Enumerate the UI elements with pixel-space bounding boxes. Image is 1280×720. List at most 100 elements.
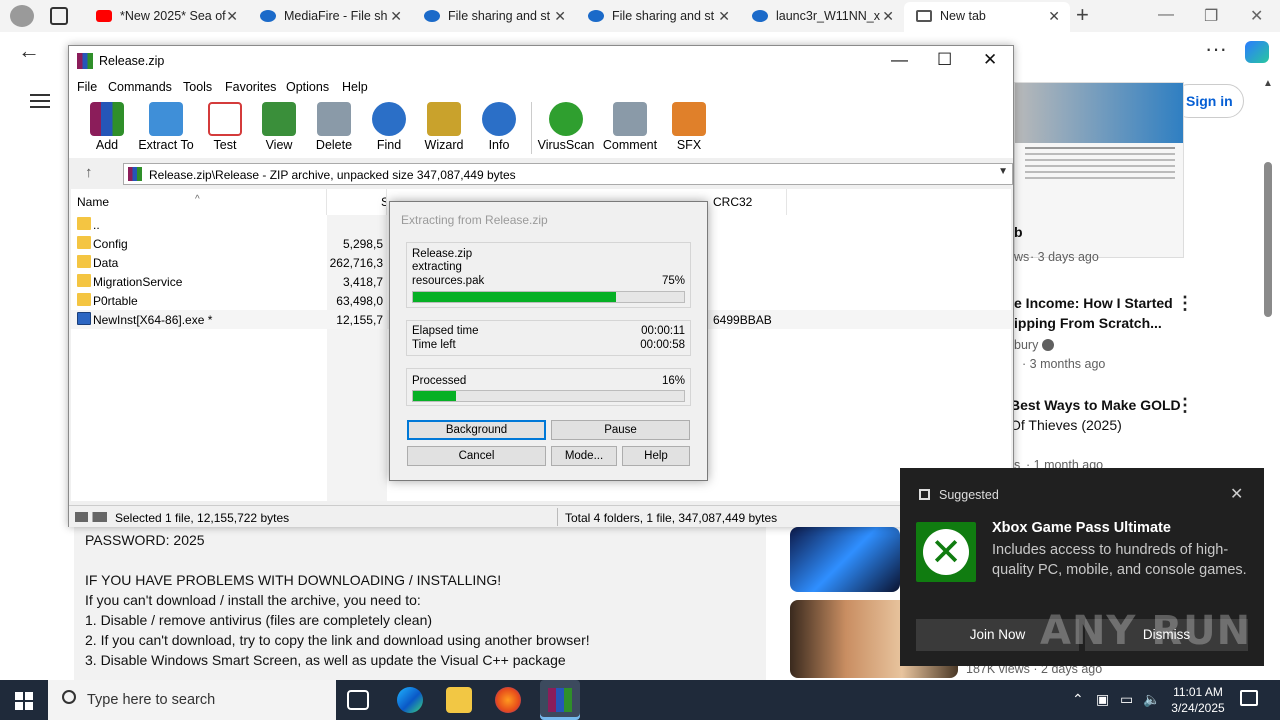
- add-button[interactable]: Add: [76, 102, 138, 152]
- drive-icon[interactable]: [75, 512, 107, 522]
- devices-icon[interactable]: ▣: [1096, 691, 1109, 708]
- browser-tab-newtab[interactable]: New tab ✕: [904, 2, 1070, 32]
- more-options-icon[interactable]: ···: [1205, 36, 1227, 62]
- windows-start-icon[interactable]: [15, 692, 33, 710]
- browser-tab-mediafire[interactable]: MediaFire - File sh ✕: [248, 2, 412, 32]
- processed-box: Processed 16%: [406, 368, 691, 406]
- browser-tab-youtube[interactable]: *New 2025* Sea of ✕: [84, 2, 248, 32]
- action-center-icon[interactable]: [1240, 690, 1258, 706]
- info-icon: [482, 102, 516, 136]
- taskbar-search[interactable]: Type here to search: [48, 680, 336, 720]
- more-actions-icon[interactable]: ⋮: [1176, 395, 1194, 416]
- path-dropdown[interactable]: Release.zip\Release - ZIP archive, unpac…: [123, 163, 1013, 185]
- mediafire-favicon-icon: [752, 10, 768, 22]
- column-crc32[interactable]: CRC32: [707, 189, 787, 215]
- find-button[interactable]: Find: [358, 102, 420, 152]
- clock[interactable]: 11:01 AM 3/24/2025: [1168, 684, 1228, 716]
- mode-button[interactable]: Mode...: [551, 446, 617, 466]
- close-tab-icon[interactable]: ✕: [226, 2, 238, 30]
- suggested-icon: [919, 489, 930, 500]
- test-button[interactable]: Test: [194, 102, 256, 152]
- copilot-icon[interactable]: [1245, 41, 1269, 63]
- restore-icon[interactable]: ❐: [1204, 6, 1218, 26]
- sfx-button[interactable]: SFX: [658, 102, 720, 152]
- menu-options[interactable]: Options: [286, 80, 329, 94]
- winrar-taskbar-button[interactable]: [540, 680, 580, 720]
- more-actions-icon[interactable]: ⋮: [1176, 293, 1194, 314]
- close-icon[interactable]: ✕: [1230, 484, 1243, 504]
- virusscan-button[interactable]: VirusScan: [535, 102, 597, 152]
- extract-to-button[interactable]: Extract To: [135, 102, 197, 152]
- firefox-icon[interactable]: [495, 687, 521, 713]
- page-scrollbar[interactable]: [1264, 162, 1272, 317]
- video-thumbnail[interactable]: [790, 527, 900, 592]
- back-arrow-icon[interactable]: ←: [18, 38, 40, 64]
- processed-percent: 16%: [661, 375, 685, 387]
- info-button[interactable]: Info: [468, 102, 530, 152]
- menu-file[interactable]: File: [77, 80, 97, 94]
- tab-actions-icon[interactable]: [50, 7, 68, 25]
- up-folder-icon[interactable]: ↑: [85, 164, 93, 181]
- close-tab-icon[interactable]: ✕: [1048, 2, 1060, 30]
- menu-icon[interactable]: [30, 90, 50, 112]
- view-button[interactable]: View: [248, 102, 310, 152]
- volume-icon[interactable]: 🔈: [1143, 691, 1160, 708]
- close-tab-icon[interactable]: ✕: [390, 2, 402, 30]
- comment-button[interactable]: Comment: [599, 102, 661, 152]
- menu-commands[interactable]: Commands: [108, 80, 172, 94]
- close-icon[interactable]: ✕: [983, 50, 997, 70]
- wizard-button[interactable]: Wizard: [413, 102, 475, 152]
- column-label: Name: [77, 195, 110, 209]
- chevron-down-icon[interactable]: ▼: [998, 166, 1008, 177]
- new-tab-icon[interactable]: +: [1076, 2, 1089, 28]
- column-name[interactable]: Name ^: [71, 189, 327, 215]
- browser-tab-filesharing-1[interactable]: File sharing and st ✕: [412, 2, 576, 32]
- video-title[interactable]: e Income: How I Started: [1014, 293, 1173, 313]
- close-tab-icon[interactable]: ✕: [882, 2, 894, 30]
- video-channel[interactable]: ws: [1014, 250, 1029, 264]
- video-channel[interactable]: bury: [1014, 338, 1054, 352]
- file-name: NewInst[X64-86].exe *: [93, 313, 213, 327]
- toolbar-label: VirusScan: [537, 138, 595, 152]
- delete-button[interactable]: Delete: [303, 102, 365, 152]
- description-line: If you can't download / install the arch…: [85, 592, 421, 608]
- winrar-titlebar[interactable]: Release.zip — ☐ ✕: [69, 46, 1013, 76]
- help-button[interactable]: Help: [622, 446, 690, 466]
- video-title-line2[interactable]: Of Thieves (2025): [1010, 415, 1122, 435]
- video-meta-text: 3 days ago: [1037, 250, 1099, 264]
- close-tab-icon[interactable]: ✕: [718, 2, 730, 30]
- toolbar-label: Comment: [602, 138, 658, 152]
- profile-avatar-icon[interactable]: [10, 5, 34, 27]
- minimize-icon[interactable]: —: [1158, 6, 1174, 24]
- close-tab-icon[interactable]: ✕: [554, 2, 566, 30]
- video-title[interactable]: b: [1014, 222, 1023, 242]
- edge-browser-icon[interactable]: [397, 687, 423, 713]
- video-title[interactable]: Best Ways to Make GOLD: [1010, 395, 1181, 415]
- extraction-dialog: Extracting from Release.zip Release.zip …: [389, 201, 708, 481]
- cancel-button[interactable]: Cancel: [407, 446, 546, 466]
- minimize-icon[interactable]: —: [891, 50, 908, 70]
- close-window-icon[interactable]: ✕: [1250, 6, 1263, 26]
- browser-tab-launcher[interactable]: launc3r_W11NN_x ✕: [740, 2, 904, 32]
- video-title-line2[interactable]: ipping From Scratch...: [1014, 313, 1162, 333]
- browser-tab-filesharing-2[interactable]: File sharing and st ✕: [576, 2, 740, 32]
- file-size: 63,498,0: [336, 294, 383, 308]
- ad-card[interactable]: [1014, 82, 1184, 258]
- network-icon[interactable]: ▭: [1120, 691, 1133, 708]
- file-explorer-icon[interactable]: [446, 687, 472, 713]
- pause-button[interactable]: Pause: [551, 420, 690, 440]
- menu-favorites[interactable]: Favorites: [225, 80, 276, 94]
- menu-help[interactable]: Help: [342, 80, 368, 94]
- progress-fill: [413, 391, 457, 401]
- column-size[interactable]: Si: [327, 189, 387, 215]
- status-separator: [557, 508, 558, 526]
- status-selected: Selected 1 file, 12,155,722 bytes: [115, 511, 290, 525]
- processed-label: Processed: [412, 375, 467, 387]
- background-button[interactable]: Background: [407, 420, 546, 440]
- chevron-up-icon[interactable]: ⌃: [1072, 691, 1084, 708]
- maximize-icon[interactable]: ☐: [937, 50, 952, 70]
- task-view-icon[interactable]: [347, 690, 369, 710]
- menu-tools[interactable]: Tools: [183, 80, 212, 94]
- scroll-up-icon[interactable]: ▲: [1263, 78, 1273, 89]
- menu-bar: File Commands Tools Favorites Options He…: [69, 76, 1013, 98]
